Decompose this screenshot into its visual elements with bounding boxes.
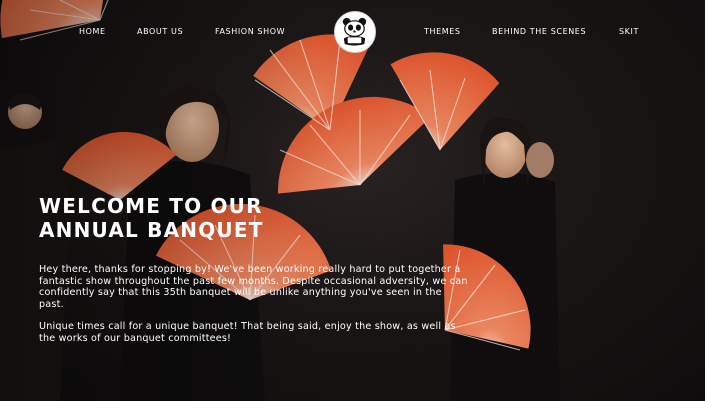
nav-behind-the-scenes[interactable]: BEHIND THE SCENES bbox=[492, 27, 586, 36]
nav-about-us[interactable]: ABOUT US bbox=[137, 27, 183, 36]
panda-logo-glyph bbox=[342, 17, 367, 46]
nav-fashion-show[interactable]: FASHION SHOW bbox=[215, 27, 285, 36]
page-title: WELCOME TO OUR ANNUAL BANQUET bbox=[39, 194, 264, 242]
hero-content: WELCOME TO OUR ANNUAL BANQUET Hey there,… bbox=[39, 194, 479, 344]
nav-home[interactable]: HOME bbox=[79, 27, 106, 36]
intro-paragraph: Hey there, thanks for stopping by! We've… bbox=[39, 264, 468, 310]
panda-logo-icon[interactable] bbox=[334, 11, 376, 53]
nav-themes[interactable]: THEMES bbox=[424, 27, 461, 36]
main-nav: HOME ABOUT US FASHION SHOW THEMES BEHIND… bbox=[0, 0, 705, 64]
nav-skit[interactable]: SKIT bbox=[619, 27, 639, 36]
closing-paragraph: Unique times call for a unique banquet! … bbox=[39, 321, 456, 344]
